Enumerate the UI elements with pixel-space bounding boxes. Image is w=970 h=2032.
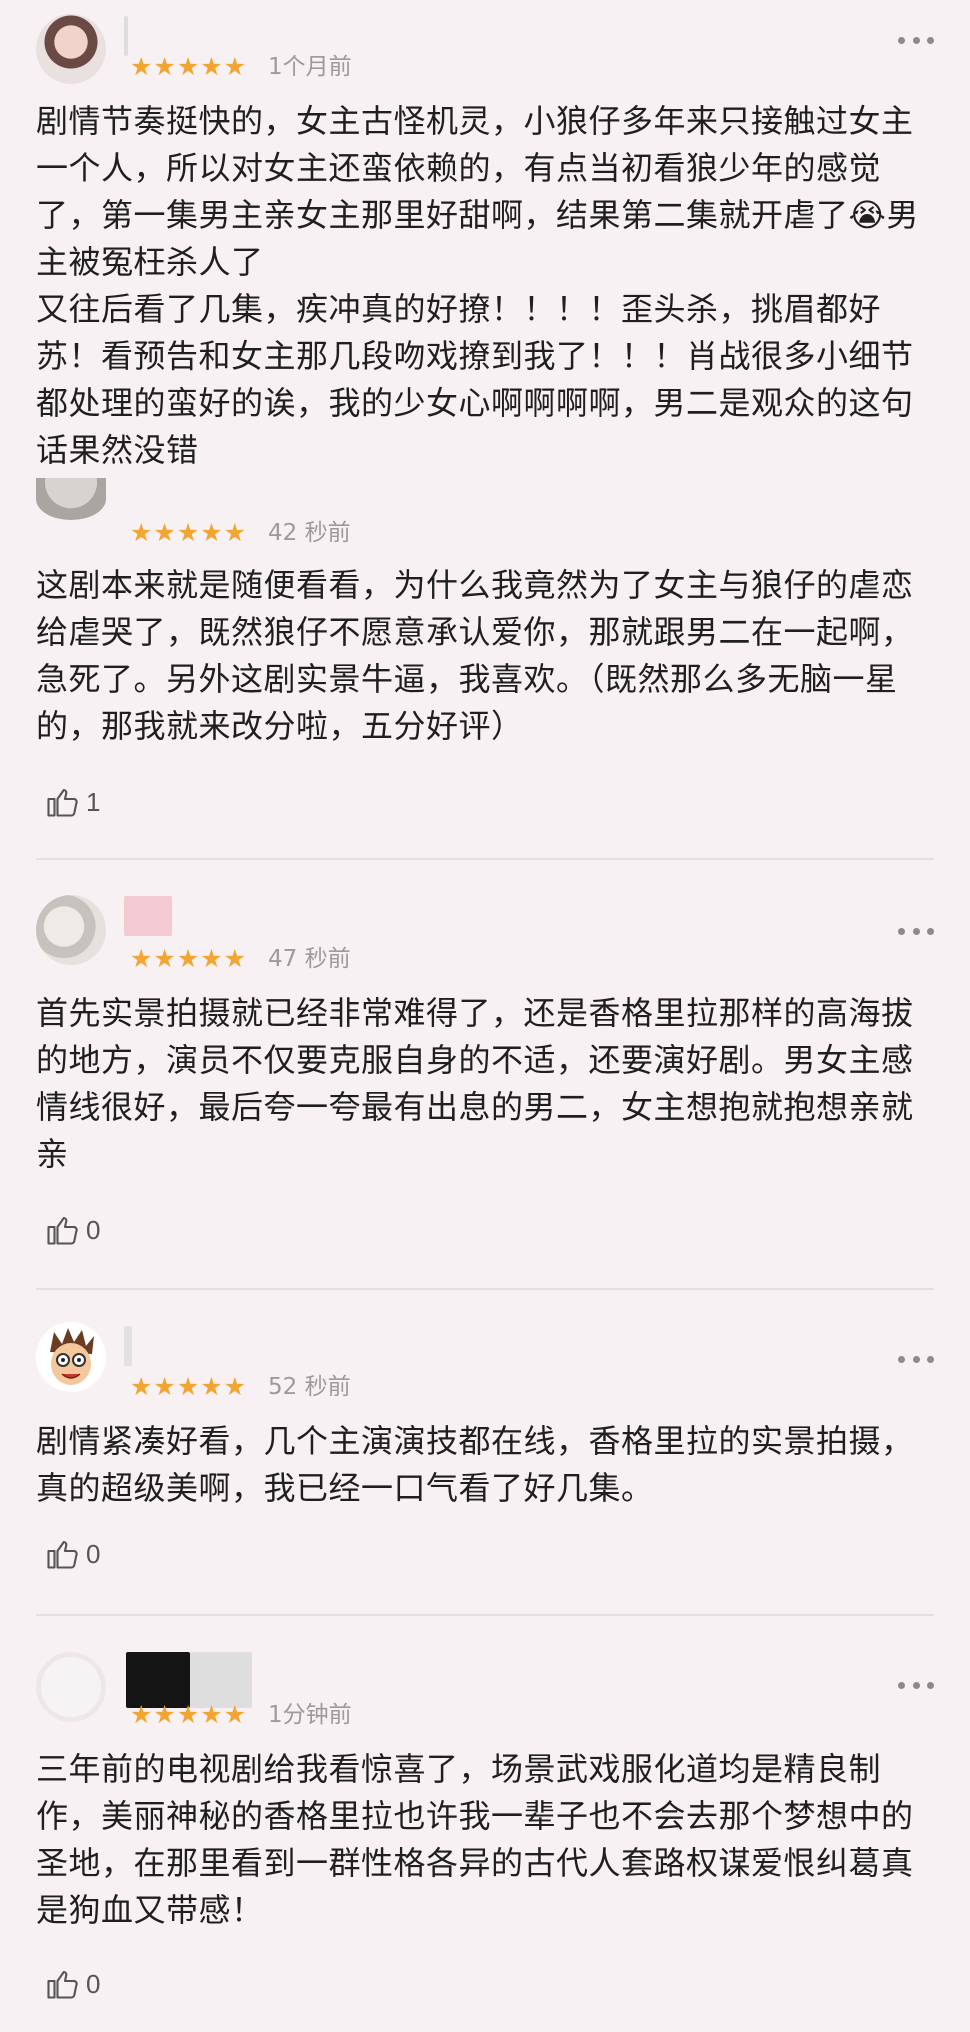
review-time: 1个月前	[268, 54, 352, 80]
divider	[36, 1614, 934, 1616]
username-blurred	[124, 896, 172, 936]
divider	[36, 858, 934, 860]
thumbs-up-icon	[47, 1540, 78, 1569]
review-text: 剧情紧凑好看，几个主演演技都在线，香格里拉的实景拍摄，真的超级美啊，我已经一口气…	[36, 1422, 914, 1507]
rating-stars: ★★★★★	[130, 518, 248, 547]
avatar[interactable]	[36, 1652, 106, 1722]
like-button[interactable]: 0	[44, 1966, 100, 2002]
more-dots-icon[interactable]	[898, 1354, 934, 1364]
divider	[36, 1288, 934, 1290]
like-count: 1	[86, 786, 101, 817]
cartoon-avatar-icon	[50, 1328, 94, 1385]
username-blurred	[124, 16, 128, 56]
avatar[interactable]	[36, 895, 106, 965]
like-count: 0	[86, 1968, 101, 1999]
review-time: 47 秒前	[268, 946, 351, 972]
rating-stars: ★★★★★	[130, 1372, 248, 1401]
avatar[interactable]	[36, 14, 106, 84]
like-count: 0	[86, 1214, 101, 1245]
thumbs-up-icon	[47, 1216, 78, 1245]
review-text: 首先实景拍摄就已经非常难得了，还是香格里拉那样的高海拔的地方，演员不仅要克服自身…	[36, 994, 914, 1173]
review-feed: ★★★★★ 1个月前 剧情节奏挺快的，女主古怪机灵，小狼仔多年来只接触过女主一个…	[0, 0, 970, 2032]
more-dots-icon[interactable]	[898, 1680, 934, 1690]
avatar[interactable]	[36, 478, 106, 520]
review-text: 这剧本来就是随便看看，为什么我竟然为了女主与狼仔的虐恋给虐哭了，既然狼仔不愿意承…	[36, 566, 914, 745]
review-time: 1分钟前	[268, 1702, 352, 1728]
rating-stars: ★★★★★	[130, 1700, 248, 1729]
review-time: 42 秒前	[268, 520, 351, 546]
like-button[interactable]: 1	[44, 784, 100, 820]
more-dots-icon[interactable]	[898, 35, 934, 45]
username-blurred	[124, 1326, 132, 1366]
like-button[interactable]: 0	[44, 1212, 100, 1248]
review-text: 剧情节奏挺快的，女主古怪机灵，小狼仔多年来只接触过女主一个人，所以对女主还蛮依赖…	[36, 102, 919, 469]
like-button[interactable]: 0	[44, 1536, 100, 1572]
review-text: 三年前的电视剧给我看惊喜了，场景武戏服化道均是精良制作，美丽神秘的香格里拉也许我…	[36, 1750, 914, 1929]
rating-stars: ★★★★★	[130, 52, 248, 81]
thumbs-up-icon	[47, 788, 78, 817]
like-count: 0	[86, 1538, 101, 1569]
rating-stars: ★★★★★	[130, 944, 248, 973]
more-dots-icon[interactable]	[898, 926, 934, 936]
thumbs-up-icon	[47, 1970, 78, 1999]
avatar[interactable]	[36, 1322, 106, 1392]
review-time: 52 秒前	[268, 1374, 351, 1400]
